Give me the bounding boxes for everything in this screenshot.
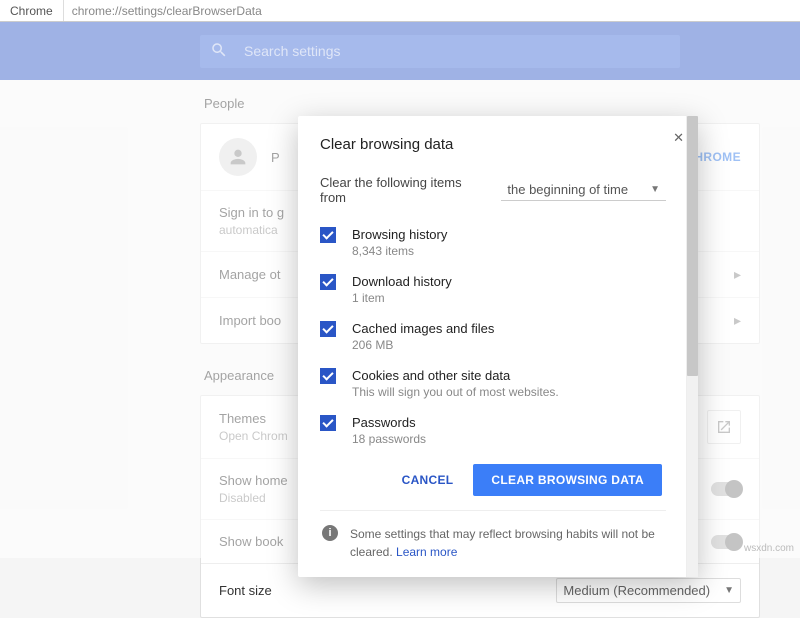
address-bar: Chrome chrome://settings/clearBrowserDat…	[0, 0, 800, 22]
learn-more-link[interactable]: Learn more	[396, 545, 457, 559]
option-title: Download history	[352, 274, 452, 289]
font-size-value: Medium (Recommended)	[563, 583, 710, 598]
checkbox-checked-icon[interactable]	[320, 321, 336, 337]
option-cached-images[interactable]: Cached images and files 206 MB	[320, 313, 666, 360]
option-sub: 18 passwords	[352, 432, 426, 446]
checkbox-checked-icon[interactable]	[320, 368, 336, 384]
option-sub: 206 MB	[352, 338, 494, 352]
chevron-down-icon: ▼	[650, 184, 660, 195]
font-size-title: Font size	[219, 583, 272, 598]
font-size-select[interactable]: Medium (Recommended) ▼	[556, 578, 741, 603]
option-download-history[interactable]: Download history 1 item	[320, 266, 666, 313]
option-title: Cached images and files	[352, 321, 494, 336]
checkbox-checked-icon[interactable]	[320, 274, 336, 290]
option-title: Browsing history	[352, 227, 447, 242]
clear-browsing-data-button[interactable]: CLEAR BROWSING DATA	[473, 464, 662, 496]
option-sub: 1 item	[352, 291, 452, 305]
checkbox-checked-icon[interactable]	[320, 415, 336, 431]
checkbox-checked-icon[interactable]	[320, 227, 336, 243]
option-title: Cookies and other site data	[352, 368, 559, 383]
scrollbar-thumb[interactable]	[687, 116, 698, 376]
chevron-down-icon: ▼	[724, 585, 734, 596]
option-sub: This will sign you out of most websites.	[352, 385, 559, 399]
clear-browsing-data-dialog: Clear browsing data ✕ Clear the followin…	[298, 116, 698, 577]
close-icon[interactable]: ✕	[673, 130, 684, 146]
time-range-value: the beginning of time	[507, 182, 628, 197]
dialog-title: Clear browsing data	[320, 136, 666, 153]
dialog-notice: i Some settings that may reflect browsin…	[320, 510, 666, 577]
address-url[interactable]: chrome://settings/clearBrowserData	[64, 4, 270, 18]
option-sub: 8,343 items	[352, 244, 447, 258]
time-range-select[interactable]: the beginning of time ▼	[501, 179, 666, 201]
dialog-scrollbar[interactable]	[686, 116, 698, 577]
option-cookies[interactable]: Cookies and other site data This will si…	[320, 360, 666, 407]
browser-brand: Chrome	[0, 0, 64, 21]
clear-from-label: Clear the following items from	[320, 175, 485, 205]
dialog-actions: CANCEL CLEAR BROWSING DATA	[320, 446, 666, 510]
option-passwords[interactable]: Passwords 18 passwords	[320, 407, 666, 446]
watermark: wsxdn.com	[744, 543, 794, 554]
option-browsing-history[interactable]: Browsing history 8,343 items	[320, 219, 666, 266]
cancel-button[interactable]: CANCEL	[388, 464, 468, 496]
option-title: Passwords	[352, 415, 426, 430]
time-range-row: Clear the following items from the begin…	[320, 175, 666, 205]
info-icon: i	[322, 525, 338, 541]
